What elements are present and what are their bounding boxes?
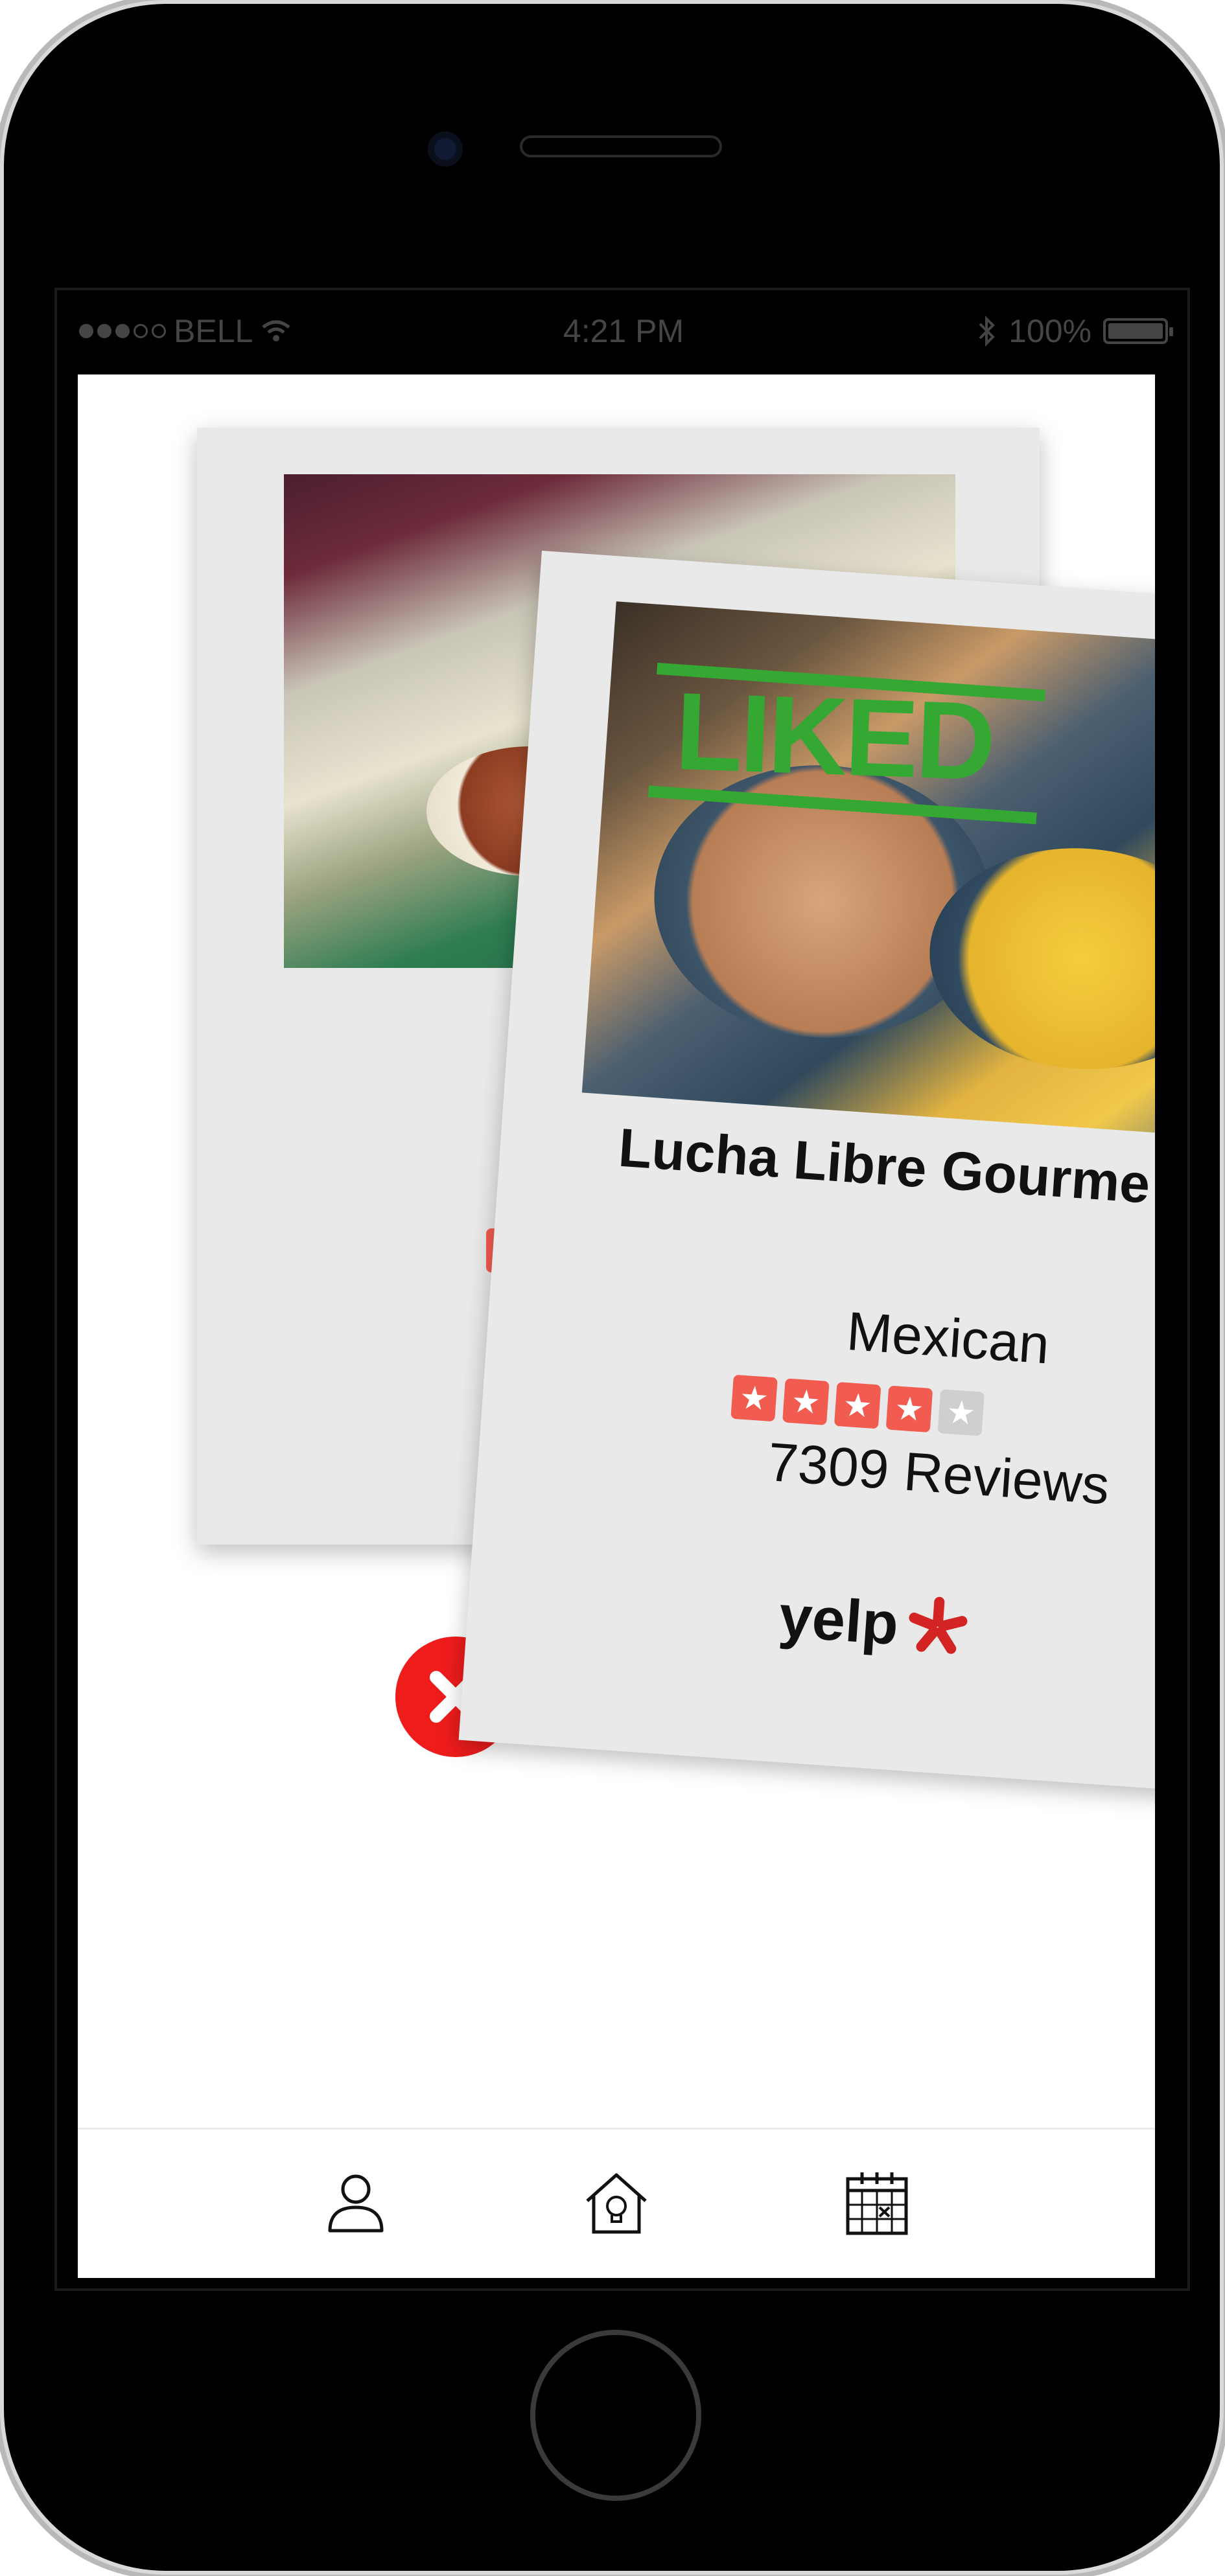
battery-percentage: 100% <box>1009 313 1091 349</box>
battery-icon <box>1103 318 1173 344</box>
home-button[interactable] <box>530 2330 701 2501</box>
star-icon: ★ <box>885 1385 933 1433</box>
yelp-logo-text: yelp <box>776 1583 901 1657</box>
restaurant-card-front[interactable]: LIKED Lucha Libre Gourme Shop Mexican ★★… <box>458 551 1155 1795</box>
restaurant-name: Lucha Libre Gourme Shop <box>616 1116 1155 1225</box>
star-icon: ★ <box>937 1389 985 1436</box>
yelp-burst-icon <box>900 1589 975 1665</box>
star-icon: ★ <box>782 1378 830 1425</box>
earpiece-speaker <box>522 138 719 155</box>
tab-profile[interactable] <box>320 2167 391 2238</box>
star-icon: ★ <box>834 1381 881 1429</box>
review-count: 7309 Reviews <box>765 1431 1112 1516</box>
tab-calendar[interactable] <box>841 2167 913 2238</box>
home-bulb-icon <box>586 2173 647 2234</box>
app-screen: Las Cua M ★ 1872 LIKED Lucha Libre Gourm… <box>78 374 1155 2278</box>
user-icon <box>328 2174 384 2233</box>
yelp-logo[interactable]: yelp <box>776 1581 975 1666</box>
status-right: 100% <box>977 312 1173 350</box>
front-camera <box>428 132 463 167</box>
liked-stamp: LIKED <box>673 669 996 804</box>
rating-stars: ★ ★ ★ ★ ★ <box>730 1374 985 1436</box>
status-bar: BELL 4:21 PM 100% <box>79 308 1173 352</box>
bottom-tab-bar <box>78 2128 1155 2278</box>
phone-frame: BELL 4:21 PM 100% Las Cua M ★ 1872 <box>4 4 1220 2571</box>
calendar-icon <box>846 2172 908 2235</box>
bluetooth-icon <box>979 316 995 347</box>
star-icon: ★ <box>730 1374 778 1422</box>
tab-home[interactable] <box>581 2167 652 2238</box>
